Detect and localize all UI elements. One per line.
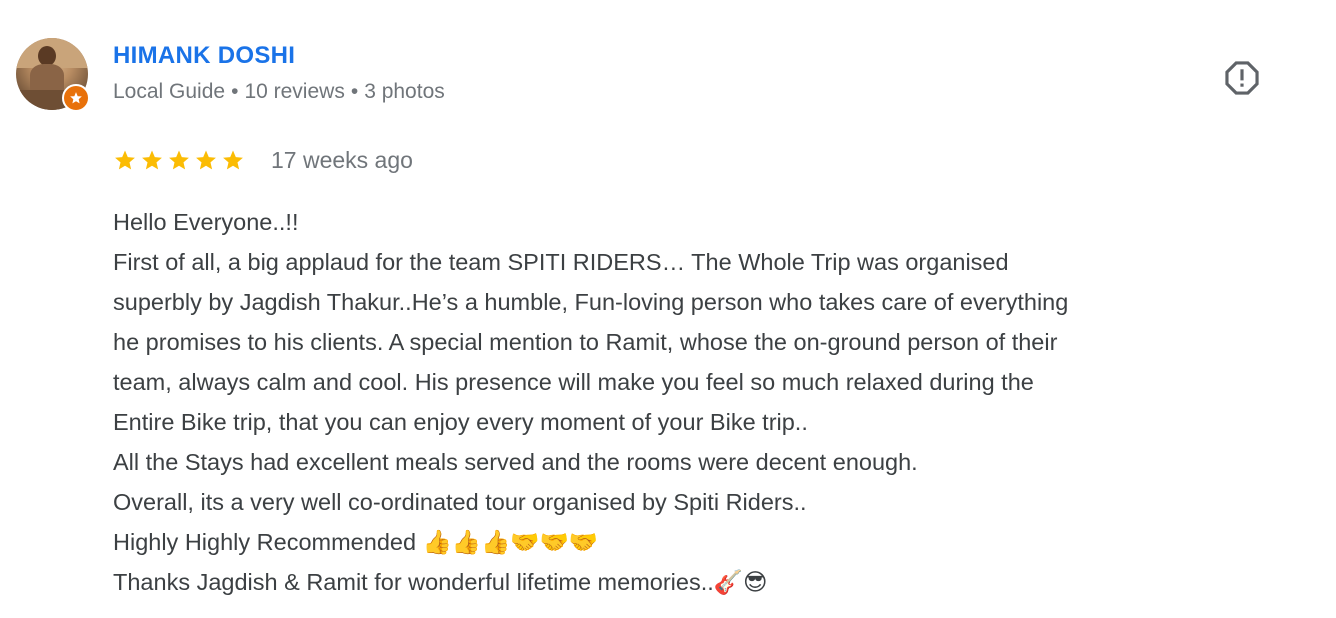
star-icon: [169, 150, 189, 170]
review-line: superbly by Jagdish Thakur..He’s a humbl…: [113, 289, 1069, 315]
review-count: 10 reviews: [244, 80, 345, 103]
review-line: Entire Bike trip, that you can enjoy eve…: [113, 409, 808, 435]
review-card: HIMANK DOSHI Local Guide • 10 reviews • 3 ph…: [0, 0, 1336, 618]
reviewer-name[interactable]: HIMANK DOSHI: [113, 42, 295, 70]
reviewer-meta: Local Guide • 10 reviews • 3 photos: [113, 80, 445, 104]
review-line: Overall, its a very well co-ordinated to…: [113, 489, 807, 515]
meta-separator: •: [350, 80, 359, 103]
star-icon: [142, 150, 162, 170]
review-line-with-emoji: Highly Highly Recommended 👍👍👍🤝🤝🤝: [113, 522, 1313, 562]
review-timestamp: 17 weeks ago: [271, 146, 413, 173]
guitar-sunglasses-emoji: 🎸😎: [713, 568, 768, 596]
review-line: All the Stays had excellent meals served…: [113, 449, 918, 475]
review-line: Highly Highly Recommended: [113, 529, 423, 555]
star-icon: [196, 150, 216, 170]
review-line: Hello Everyone..!!: [113, 209, 299, 235]
rating-row: 17 weeks ago: [113, 144, 413, 176]
reviewer-avatar-wrapper[interactable]: [16, 38, 90, 112]
review-text: Hello Everyone..!! First of all, a big a…: [113, 202, 1313, 602]
local-guide-label: Local Guide: [113, 80, 226, 103]
photo-count: 3 photos: [364, 80, 445, 103]
report-exclamation-icon: [1225, 61, 1259, 95]
meta-separator: •: [231, 80, 239, 103]
review-line: he promises to his clients. A special me…: [113, 329, 1058, 355]
star-icon: [115, 150, 135, 170]
review-line-with-emoji: Thanks Jagdish & Ramit for wonderful lif…: [113, 562, 1313, 602]
star-rating: [113, 148, 245, 172]
star-icon: [223, 150, 243, 170]
thumbs-handshake-emoji: 👍👍👍🤝🤝🤝: [422, 528, 599, 556]
review-line: team, always calm and cool. His presence…: [113, 369, 1034, 395]
report-review-button[interactable]: [1222, 58, 1262, 98]
local-guide-star-icon: [62, 84, 90, 112]
review-line: First of all, a big applaud for the team…: [113, 249, 1009, 275]
review-line: Thanks Jagdish & Ramit for wonderful lif…: [113, 569, 714, 595]
